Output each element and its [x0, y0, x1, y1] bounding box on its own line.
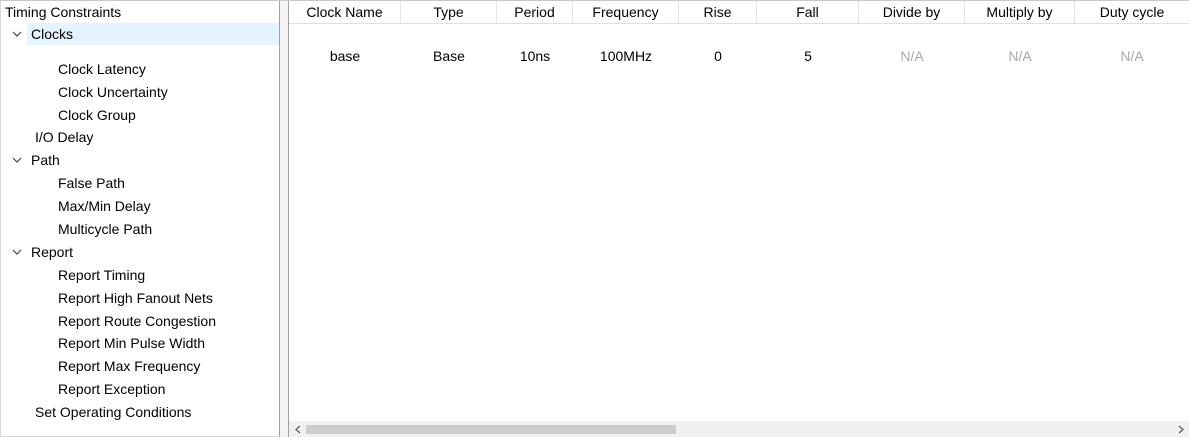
scrollbar-thumb[interactable]: [306, 425, 676, 434]
tree-item-label: Report Max Frequency: [58, 358, 201, 374]
tree-item-label: Clock Latency: [58, 61, 146, 77]
cell-fall[interactable]: 5: [757, 45, 859, 67]
tree-item-label: Report Route Congestion: [58, 313, 216, 329]
column-header-frequency[interactable]: Frequency: [573, 1, 679, 23]
cell-type[interactable]: Base: [401, 45, 497, 67]
tree-item-clocks[interactable]: Clocks: [1, 23, 279, 45]
tree-item-label: Report Min Pulse Width: [58, 335, 206, 351]
tree-item-clock-uncertainty[interactable]: Clock Uncertainty: [58, 81, 168, 103]
tree-item-label: Path: [31, 152, 60, 168]
tree-item-label: Report: [31, 244, 74, 260]
tree-item-report-timing[interactable]: Report Timing: [58, 264, 145, 286]
chevron-down-icon[interactable]: [11, 241, 23, 263]
cell-divide-by[interactable]: N/A: [859, 45, 965, 67]
column-header-fall[interactable]: Fall: [757, 1, 859, 23]
tree-item-label: Report High Fanout Nets: [58, 290, 213, 306]
tree-item-report-max-frequency[interactable]: Report Max Frequency: [58, 355, 200, 377]
tree-item-max-min-delay[interactable]: Max/Min Delay: [58, 195, 151, 217]
tree-item-label: Report Exception: [58, 381, 166, 397]
cell-period[interactable]: 10ns: [497, 45, 573, 67]
chevron-right-icon[interactable]: [1172, 421, 1189, 437]
tree-item-label: Multicycle Path: [58, 221, 153, 237]
chevron-down-icon[interactable]: [11, 23, 23, 45]
table-row[interactable]: base Base 10ns 100MHz 0 5 N/A N/A N/A: [289, 45, 1189, 67]
tree-item-io-delay[interactable]: I/O Delay: [35, 126, 93, 148]
cell-clock-name[interactable]: base: [289, 45, 401, 67]
cell-frequency[interactable]: 100MHz: [573, 45, 679, 67]
tree-item-multicycle-path[interactable]: Multicycle Path: [58, 218, 152, 240]
table-header: Clock Name Type Period Frequency Rise Fa…: [289, 1, 1189, 24]
horizontal-scrollbar[interactable]: [289, 421, 1189, 437]
tree-item-label: Clocks: [27, 23, 279, 45]
cell-multiply-by[interactable]: N/A: [965, 45, 1075, 67]
tree-item-label: False Path: [58, 175, 125, 191]
tree-item-set-operating-conditions[interactable]: Set Operating Conditions: [35, 401, 191, 423]
tree-item-label: Report Timing: [58, 267, 146, 283]
cell-rise[interactable]: 0: [679, 45, 757, 67]
timing-constraints-window: Timing Constraints Clocks Clock Latency …: [0, 0, 1189, 437]
column-header-rise[interactable]: Rise: [679, 1, 757, 23]
tree-item-report-exception[interactable]: Report Exception: [58, 378, 165, 400]
column-header-duty-cycle[interactable]: Duty cycle: [1075, 1, 1189, 23]
tree-item-label: Set Operating Conditions: [35, 404, 192, 420]
column-header-clock-name[interactable]: Clock Name: [289, 1, 401, 23]
tree-item-label: Clock Group: [58, 107, 136, 123]
tree-item-label: Clock Uncertainty: [58, 84, 168, 100]
tree-item-label: Max/Min Delay: [58, 198, 151, 214]
tree-item-report-route-congestion[interactable]: Report Route Congestion: [58, 310, 216, 332]
tree-item-clock-group[interactable]: Clock Group: [58, 104, 136, 126]
cell-duty-cycle[interactable]: N/A: [1075, 45, 1189, 67]
constraints-tree[interactable]: Timing Constraints Clocks Clock Latency …: [0, 1, 280, 437]
tree-item-report-high-fanout-nets[interactable]: Report High Fanout Nets: [58, 287, 213, 309]
column-header-multiply-by[interactable]: Multiply by: [965, 1, 1075, 23]
column-header-type[interactable]: Type: [401, 1, 497, 23]
tree-item-report-min-pulse-width[interactable]: Report Min Pulse Width: [58, 332, 205, 354]
tree-item-false-path[interactable]: False Path: [58, 172, 125, 194]
tree-root[interactable]: Timing Constraints: [5, 2, 121, 22]
chevron-left-icon[interactable]: [289, 421, 306, 437]
tree-root-label: Timing Constraints: [5, 4, 122, 20]
clock-table[interactable]: Clock Name Type Period Frequency Rise Fa…: [289, 1, 1189, 437]
tree-item-clock-latency[interactable]: Clock Latency: [58, 58, 146, 80]
tree-item-label: I/O Delay: [35, 129, 94, 145]
column-header-divide-by[interactable]: Divide by: [859, 1, 965, 23]
chevron-down-icon[interactable]: [11, 149, 23, 171]
column-header-period[interactable]: Period: [497, 1, 573, 23]
panel-splitter[interactable]: [280, 1, 289, 437]
